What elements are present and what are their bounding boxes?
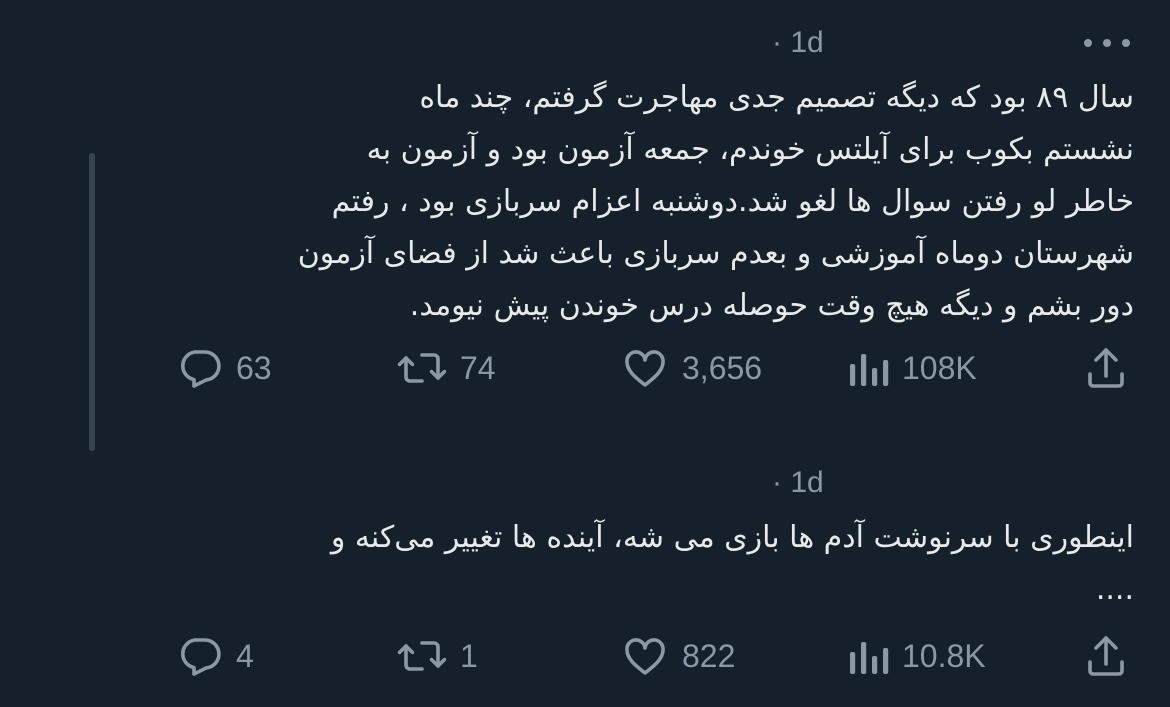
views-button[interactable]: 108K: [846, 338, 977, 398]
retweet-icon: [397, 641, 447, 671]
views-button[interactable]: 10.8K: [846, 626, 986, 686]
tweet-text-line: سال ۸۹ بود که دیگه تصمیم جدی مهاجرت گرفت…: [419, 80, 1134, 115]
tweet-text: اینطوری با سرنوشت آدم ها بازی می شه، آین…: [331, 512, 1134, 616]
share-button[interactable]: [1082, 626, 1130, 686]
reply-button[interactable]: 4: [176, 626, 254, 686]
tweet-actions: 63 74 3,656 108K: [0, 338, 1170, 398]
retweet-count: 74: [460, 349, 496, 386]
tweet-timestamp[interactable]: · 1d: [772, 26, 824, 60]
reply-button[interactable]: 63: [176, 338, 272, 398]
like-button[interactable]: 822: [620, 626, 735, 686]
more-options-button[interactable]: [1084, 28, 1130, 58]
reply-count: 4: [236, 637, 254, 674]
like-count: 3,656: [682, 349, 763, 386]
views-icon: [850, 354, 889, 386]
retweet-icon: [397, 353, 447, 383]
share-icon: [1088, 636, 1124, 676]
tweet-text-line: ....: [1095, 572, 1134, 607]
reply-icon: [181, 638, 221, 676]
heart-icon: [625, 350, 665, 387]
views-icon: [850, 642, 889, 674]
views-count: 10.8K: [902, 637, 986, 674]
tweet[interactable]: · 1d سال ۸۹ بود که دیگه تصمیم جدی مهاجرت…: [0, 0, 1170, 430]
tweet-timestamp[interactable]: · 1d: [772, 466, 824, 500]
share-button[interactable]: [1082, 338, 1130, 398]
reply-icon: [181, 350, 221, 388]
tweet-text: سال ۸۹ بود که دیگه تصمیم جدی مهاجرت گرفت…: [298, 72, 1134, 332]
tweet-actions: 4 1 822 10.8K: [0, 626, 1170, 686]
retweet-button[interactable]: 74: [396, 338, 496, 398]
retweet-button[interactable]: 1: [396, 626, 478, 686]
heart-icon: [625, 638, 665, 675]
like-count: 822: [682, 637, 736, 674]
tweet-text-line: خاطر لو رفتن سوال ها لغو شد.دوشنبه اعزام…: [331, 184, 1134, 219]
share-icon: [1088, 348, 1124, 388]
tweet-text-line: نشستم بکوب برای آیلتس خوندم، جمعه آزمون …: [366, 132, 1134, 167]
reply-count: 63: [236, 349, 272, 386]
more-icon: [1084, 39, 1092, 47]
tweet-text-line: شهرستان دوماه آموزشی و بعدم سربازی باعث …: [297, 236, 1134, 271]
tweet[interactable]: · 1d اینطوری با سرنوشت آدم ها بازی می شه…: [0, 450, 1170, 707]
tweet-text-line: اینطوری با سرنوشت آدم ها بازی می شه، آین…: [330, 520, 1134, 555]
like-button[interactable]: 3,656: [620, 338, 762, 398]
retweet-count: 1: [460, 637, 478, 674]
tweet-text-line: دور بشم و دیگه هیچ وقت حوصله درس خوندن پ…: [409, 288, 1134, 323]
views-count: 108K: [902, 349, 977, 386]
